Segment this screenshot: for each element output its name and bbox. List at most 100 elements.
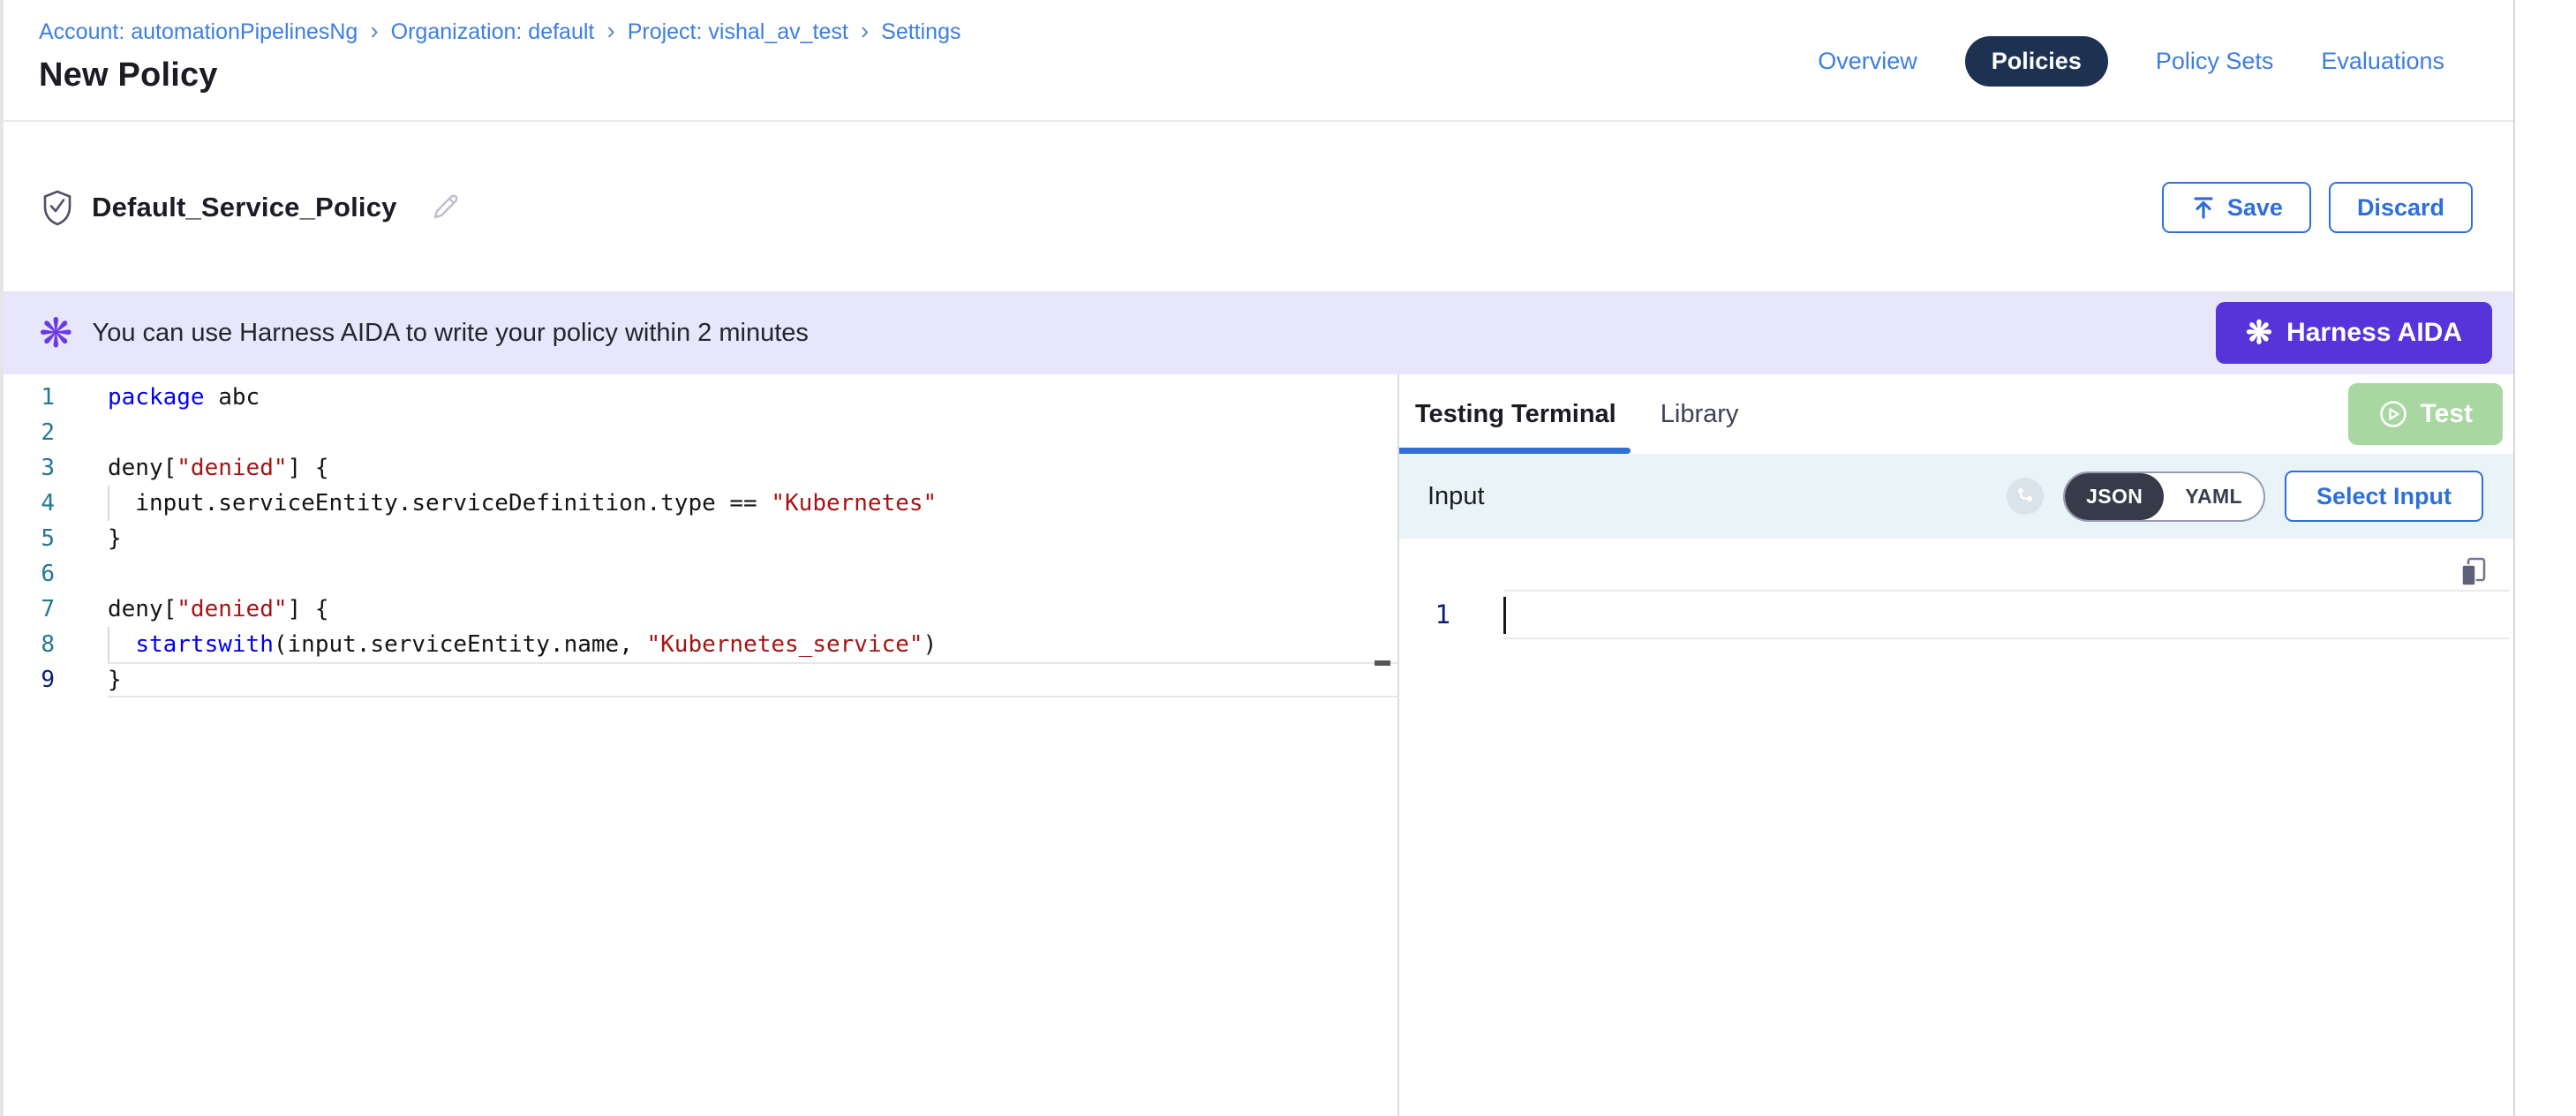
code-plain [108, 631, 135, 658]
tester-tabs: Testing Terminal Library [1415, 400, 1738, 429]
input-current-line[interactable] [1503, 590, 2509, 639]
breadcrumb-separator: › [370, 19, 378, 43]
tester-tab-testing-terminal[interactable]: Testing Terminal [1415, 400, 1616, 429]
line-number: 2 [0, 419, 79, 446]
tester-tabs-row: Testing Terminal Library Test [1399, 374, 2513, 454]
line-number: 6 [0, 561, 79, 587]
input-section-header: Input JSONYAML Select Input [1399, 454, 2513, 539]
code-line-2[interactable]: 2 [0, 415, 1397, 450]
breadcrumb-separator: › [606, 19, 614, 43]
testing-terminal-pane: Testing Terminal Library Test Input [1399, 374, 2513, 1116]
code-line-1[interactable]: 1 package abc [0, 380, 1397, 415]
code-plain: input.serviceEntity.serviceDefinition.ty… [108, 490, 771, 517]
breadcrumb: Account: automationPipelinesNg › Organizat… [39, 19, 960, 45]
code-line-6[interactable]: 6 [0, 556, 1397, 592]
breadcrumb-item-account[interactable]: Account: automationPipelinesNg [39, 19, 358, 45]
page-scrollbar-track[interactable] [2513, 0, 2576, 1116]
breadcrumb-item-project[interactable]: Project: vishal_av_test [628, 19, 848, 45]
active-tab-underline [1399, 448, 1631, 454]
format-toggle: JSONYAML [2063, 471, 2265, 522]
aida-flower-icon: ❋ [39, 313, 73, 353]
policy-toolbar: Default_Service_Policy Save [0, 124, 2513, 291]
breadcrumb-item-organization[interactable]: Organization: default [391, 19, 595, 45]
code-text[interactable]: deny["denied"] { [108, 592, 1397, 627]
code-line-8[interactable]: 8 startswith(input.serviceEntity.name, "… [0, 627, 1397, 662]
tab-policies[interactable]: Policies [1965, 36, 2108, 87]
policy-code-editor[interactable]: 1package abc23deny["denied"] {4 input.se… [0, 374, 1397, 1116]
discard-button[interactable]: Discard [2329, 182, 2473, 233]
policy-title-group: Default_Service_Policy [41, 124, 463, 291]
code-text[interactable] [108, 415, 1397, 450]
code-plain: } [108, 525, 122, 552]
code-text[interactable]: } [108, 662, 1397, 698]
code-line-9[interactable]: 9} [0, 662, 1397, 698]
tester-tab-library[interactable]: Library [1661, 400, 1739, 429]
line-number: 7 [0, 596, 79, 622]
input-line-number: 1 [1399, 590, 1473, 639]
code-string: "Kubernetes" [771, 490, 937, 517]
code-text[interactable]: package abc [108, 380, 1397, 415]
breadcrumb-item-settings[interactable]: Settings [881, 19, 960, 45]
line-number: 1 [0, 384, 79, 411]
copy-icon[interactable] [2459, 556, 2489, 588]
code-line-3[interactable]: 3 deny["denied"] { [0, 450, 1397, 486]
breadcrumb-separator: › [861, 19, 869, 43]
line-number: 5 [0, 525, 79, 552]
code-text[interactable]: startswith(input.serviceEntity.name, "Ku… [108, 627, 1397, 662]
code-text[interactable]: } [108, 521, 1397, 556]
code-plain: ] { [288, 596, 329, 622]
toolbar-actions: Save Discard [2162, 124, 2473, 291]
aida-banner: ❋ You can use Harness AIDA to write your… [0, 291, 2513, 374]
code-plain: ] { [288, 455, 329, 481]
page-title: New Policy [39, 57, 218, 94]
line-number: 3 [0, 455, 79, 481]
line-number: 9 [0, 667, 79, 693]
input-code-editor[interactable]: 1 [1399, 539, 2513, 1116]
input-controls: JSONYAML Select Input [2007, 471, 2483, 522]
top-bar: Account: automationPipelinesNg › Organizat… [0, 0, 2513, 122]
harness-aida-button-label: Harness AIDA [2286, 318, 2462, 348]
play-circle-icon [2378, 399, 2408, 429]
upload-icon [2190, 194, 2217, 221]
code-plain: deny[ [108, 455, 177, 481]
indent-guide [108, 627, 109, 662]
aida-banner-message: You can use Harness AIDA to write your p… [93, 319, 809, 348]
left-edge-strip [0, 0, 4, 1116]
code-plain: deny[ [108, 596, 177, 622]
policy-code-lines: 1package abc23deny["denied"] {4 input.se… [0, 380, 1397, 698]
code-plain: abc [205, 384, 260, 411]
select-input-button[interactable]: Select Input [2285, 471, 2483, 522]
tab-policy-sets[interactable]: Policy Sets [2156, 48, 2274, 75]
format-option-yaml[interactable]: YAML [2164, 473, 2263, 520]
discard-button-label: Discard [2357, 194, 2444, 222]
tab-overview[interactable]: Overview [1818, 48, 1917, 75]
code-text[interactable]: input.serviceEntity.serviceDefinition.ty… [108, 486, 1397, 521]
tab-evaluations[interactable]: Evaluations [2321, 48, 2444, 75]
code-string: "Kubernetes_service" [647, 631, 923, 658]
code-text[interactable]: deny["denied"] { [108, 450, 1397, 486]
shield-check-icon [41, 189, 74, 226]
input-label: Input [1427, 482, 1485, 511]
code-keyword: startswith [135, 631, 274, 658]
code-text[interactable] [108, 556, 1397, 592]
line-number: 4 [0, 490, 79, 517]
test-button[interactable]: Test [2348, 383, 2503, 445]
input-editor-line-1[interactable]: 1 [1399, 590, 2513, 639]
save-button[interactable]: Save [2162, 182, 2311, 233]
harness-aida-button[interactable]: ❋ Harness AIDA [2216, 302, 2492, 364]
aida-banner-content: ❋ You can use Harness AIDA to write your… [0, 291, 2513, 374]
code-line-7[interactable]: 7 deny["denied"] { [0, 592, 1397, 627]
code-keyword: package [108, 384, 205, 411]
branch-icon-disabled [2007, 478, 2044, 515]
workspace: 1package abc23deny["denied"] {4 input.se… [0, 374, 2576, 1116]
text-cursor [1503, 597, 1506, 634]
code-plain: (input.serviceEntity.name, [274, 631, 647, 658]
edit-pencil-icon[interactable] [427, 190, 463, 225]
test-button-label: Test [2421, 399, 2473, 429]
aida-flower-icon: ❋ [2246, 317, 2272, 349]
code-line-5[interactable]: 5} [0, 521, 1397, 556]
indent-guide [108, 486, 109, 521]
code-string: "denied" [177, 596, 287, 622]
code-line-4[interactable]: 4 input.serviceEntity.serviceDefinition.… [0, 486, 1397, 521]
format-option-json[interactable]: JSON [2065, 473, 2164, 520]
